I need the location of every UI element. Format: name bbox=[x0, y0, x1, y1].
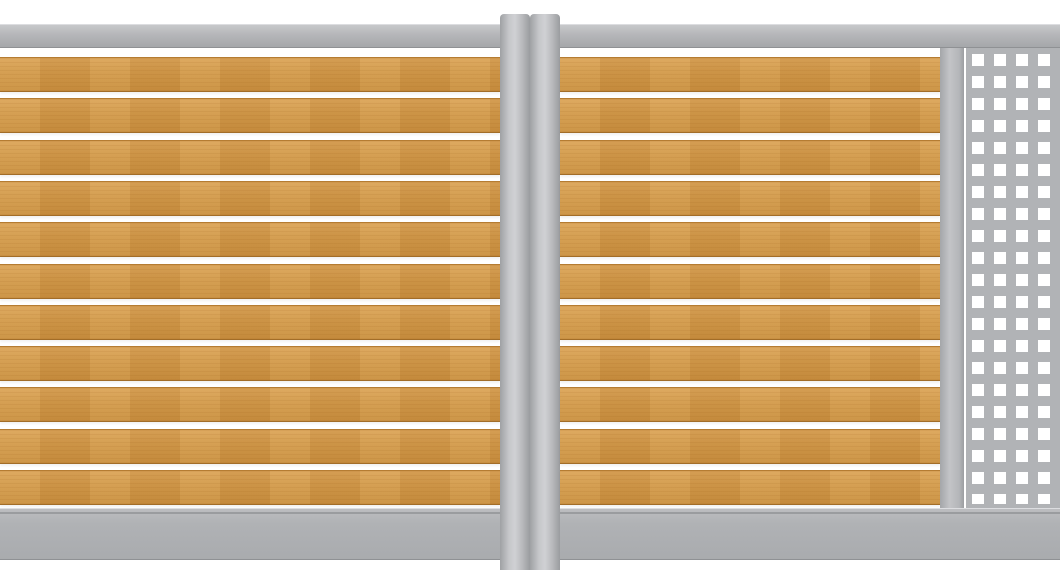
left-gate-slat bbox=[0, 181, 500, 216]
left-gate-slat bbox=[0, 222, 500, 257]
right-gate-slat bbox=[560, 305, 940, 340]
left-gate-slat bbox=[0, 305, 500, 340]
left-gate-top-rail bbox=[0, 24, 506, 48]
right-gate-slat bbox=[560, 222, 940, 257]
right-gate-slat bbox=[560, 470, 940, 505]
left-gate-slat bbox=[0, 470, 500, 505]
left-gate-slat bbox=[0, 57, 500, 92]
right-gate-slat bbox=[560, 140, 940, 175]
right-gate-slat bbox=[560, 264, 940, 299]
perforated-panel-holes bbox=[972, 54, 1060, 504]
right-gate-slat bbox=[560, 429, 940, 464]
gate-scene bbox=[0, 0, 1060, 570]
left-gate-slat bbox=[0, 346, 500, 381]
left-gate-slat bbox=[0, 264, 500, 299]
right-gate-slat bbox=[560, 181, 940, 216]
left-gate-slat bbox=[0, 140, 500, 175]
right-gate-slat bbox=[560, 57, 940, 92]
right-gate-bottom-rail bbox=[560, 508, 1060, 560]
center-post-right bbox=[530, 14, 560, 570]
right-gate-slat bbox=[560, 98, 940, 133]
right-gate-top-rail bbox=[560, 24, 1060, 48]
left-gate-slat bbox=[0, 429, 500, 464]
center-post-left bbox=[500, 14, 530, 570]
right-gate-slat bbox=[560, 346, 940, 381]
left-gate-slat bbox=[0, 387, 500, 422]
left-gate-bottom-rail bbox=[0, 508, 506, 560]
right-gate-middle-stile bbox=[940, 48, 964, 508]
right-gate-slat bbox=[560, 387, 940, 422]
left-gate-slat bbox=[0, 98, 500, 133]
